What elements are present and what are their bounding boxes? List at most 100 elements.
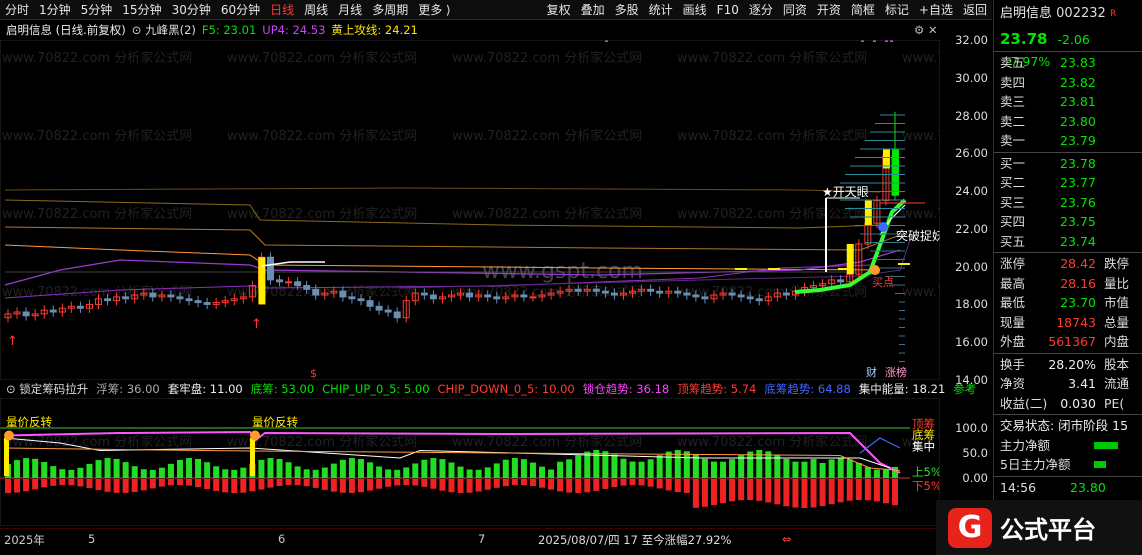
reversal-bar	[250, 438, 255, 476]
stock-name: 启明信息	[1000, 6, 1053, 21]
bid-row[interactable]: 买二 23.77	[994, 173, 1142, 193]
chip-down-bar	[186, 479, 193, 486]
chip-down-bar	[701, 479, 708, 507]
toolbar-item[interactable]: 日线	[265, 0, 299, 20]
indicator-value: 顶筹趋势: 5.74	[677, 381, 757, 396]
toolbar-item[interactable]: 5分钟	[76, 0, 118, 20]
chip-down-bar	[539, 479, 546, 488]
bid-row[interactable]: 买三 23.76	[994, 193, 1142, 213]
flow-bar	[1094, 441, 1118, 449]
divider	[994, 352, 1142, 354]
indicator-value: 参考	[953, 381, 977, 396]
chip-down-bar	[14, 479, 21, 493]
breakthrough-dot	[878, 222, 888, 232]
chip-up-bar	[158, 467, 165, 478]
close-icon[interactable]: ✕	[928, 23, 938, 37]
chip-down-bar	[783, 479, 790, 507]
toolbar-item[interactable]: 月线	[333, 0, 367, 20]
stat-extra-label: 市值	[1104, 295, 1130, 310]
indicator-name[interactable]: ⊙ 锁定筹码拉升	[6, 381, 88, 397]
chip-up-bar	[747, 451, 754, 478]
toolbar-item[interactable]: 60分钟	[216, 0, 265, 20]
watermark-text: www.70822.com 分析家公式网	[902, 284, 940, 300]
toolbar-item[interactable]: 多股	[610, 0, 644, 20]
toolbar-item[interactable]: +自选	[914, 0, 958, 20]
ask-row[interactable]: 卖五 23.83	[994, 53, 1142, 73]
chip-down-bar	[321, 479, 328, 490]
ask-row[interactable]: 卖二 23.80	[994, 112, 1142, 132]
toolbar-item[interactable]: 叠加	[576, 0, 610, 20]
bid-row[interactable]: 买一 23.78	[994, 154, 1142, 174]
toolbar-item[interactable]: 更多 ⟩	[413, 0, 456, 20]
bid-row[interactable]: 买五 23.74	[994, 232, 1142, 252]
toolbar-item[interactable]: 逐分	[744, 0, 778, 20]
scroll-arrows-icon[interactable]: ⇔	[782, 532, 792, 546]
candle	[185, 298, 193, 302]
candle	[529, 296, 537, 299]
toolbar-item[interactable]: 同资	[778, 0, 812, 20]
toolbar-item[interactable]: 画线	[678, 0, 712, 20]
chip-down-bar	[267, 479, 274, 488]
stat-value: 561367	[1048, 334, 1096, 349]
toolbar-item[interactable]: 30分钟	[167, 0, 216, 20]
toolbar-item[interactable]: 标记	[880, 0, 914, 20]
price-chart[interactable]: www.70822.com 分析家公式网 www.70822.com 分析家公式网…	[0, 40, 940, 380]
chip-down-bar	[855, 479, 862, 501]
settings-gear-icon[interactable]: ⚙	[914, 23, 924, 37]
chip-down-bar	[222, 479, 229, 493]
toolbar-item[interactable]: 简框	[846, 0, 880, 20]
chip-up-bar	[620, 458, 627, 478]
indicator-frame	[0, 398, 940, 526]
chip-down-bar	[683, 479, 690, 493]
toolbar-item[interactable]: F10	[712, 0, 744, 20]
toolbar-item[interactable]: 开资	[812, 0, 846, 20]
indicator-selector[interactable]: ⊙ 九峰黑(2)	[132, 22, 196, 38]
toolbar-item[interactable]: 多周期	[367, 0, 413, 20]
toolbar-item[interactable]: 15分钟	[117, 0, 166, 20]
price-line: 23.78 -2.06 -7.97%	[994, 28, 1142, 69]
stock-code: 002232	[1056, 6, 1106, 21]
indicator-name[interactable]: 九峰黑(2)	[145, 23, 196, 37]
toolbar-item[interactable]: 周线	[299, 0, 333, 20]
toolbar-item[interactable]: 统计	[644, 0, 678, 20]
chip-up-bar	[357, 459, 364, 478]
chip-up-bar	[738, 455, 745, 478]
chip-up-bar	[828, 459, 835, 478]
chip-up-bar	[511, 458, 518, 478]
indicator-axis-label: 100.0	[955, 421, 988, 435]
ask-row[interactable]: 卖一 23.79	[994, 131, 1142, 151]
book-price: 23.80	[1060, 113, 1096, 129]
chip-up-bar	[376, 466, 383, 478]
main-chart-header: 启明信息 (日线.前复权) ⊙ 九峰黑(2) F5: 23.01 UP4: 24…	[0, 21, 940, 39]
chip-down-bar	[430, 479, 437, 489]
stock-title: 启明信息 002232 R	[994, 0, 1142, 28]
price-axis-label: 32.00	[955, 33, 988, 47]
five-day-flow-row[interactable]: 5日主力净额	[994, 455, 1142, 475]
toolbar-item[interactable]: 返回	[958, 0, 992, 20]
chip-up-bar	[231, 469, 238, 478]
toolbar-item[interactable]: 1分钟	[34, 0, 76, 20]
chip-down-bar	[348, 479, 355, 493]
ask-row[interactable]: 卖四 23.82	[994, 73, 1142, 93]
toolbar-item[interactable]: 分时	[0, 0, 34, 20]
reversal-label: 量价反转	[6, 415, 52, 429]
chip-down-bar	[140, 479, 147, 491]
stat-label: 净资	[1000, 376, 1026, 391]
chip-up-bar	[720, 461, 727, 478]
watermark-text: www.70822.com 分析家公式网	[902, 128, 940, 144]
ask-row[interactable]: 卖三 23.81	[994, 92, 1142, 112]
indicator-chart[interactable]: www.70822.com 分析家公式网 www.70822.com 分析家公式网…	[0, 398, 940, 526]
toolbar-item[interactable]: 复权	[542, 0, 576, 20]
chip-down-bar	[41, 479, 48, 488]
candle	[49, 309, 57, 313]
candle	[348, 296, 356, 300]
site-watermark: www.gspt.com	[482, 259, 643, 284]
stat-row: 涨停 28.42 跌停	[994, 254, 1142, 274]
watermark-text: www.70822.com 分析家公式网	[677, 434, 867, 450]
main-flow-row[interactable]: 主力净额	[994, 436, 1142, 456]
price-axis-label: 26.00	[955, 146, 988, 161]
chip-down-bar	[285, 479, 292, 486]
breakthrough-label: 突破捉妖	[896, 228, 940, 243]
bid-row[interactable]: 买四 23.75	[994, 212, 1142, 232]
chip-up-bar	[294, 466, 301, 478]
